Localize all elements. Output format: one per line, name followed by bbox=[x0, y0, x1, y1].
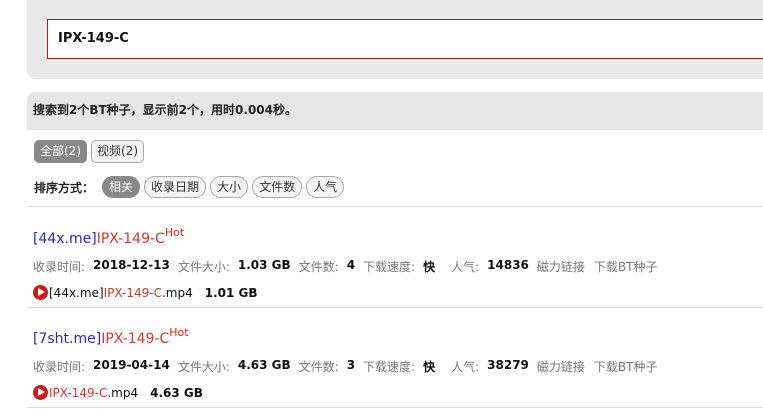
divider bbox=[27, 206, 763, 207]
file-ext: .mp4 bbox=[161, 285, 193, 300]
result-keyword: IPX-149-C bbox=[96, 231, 165, 247]
indexed-date: 2019-04-14 bbox=[93, 358, 170, 372]
result-item: [7sht.me]IPX-149-CHot 收录时间: 2019-04-14 文件… bbox=[33, 324, 753, 400]
search-input[interactable]: IPX-149-C bbox=[47, 19, 763, 59]
result-site: [7sht.me] bbox=[33, 331, 102, 347]
torrent-download-link[interactable]: 下载BT种子 bbox=[594, 258, 658, 275]
file-keyword: IPX-149-C bbox=[103, 285, 162, 300]
sort-date[interactable]: 收录日期 bbox=[144, 176, 207, 198]
filter-all[interactable]: 全部(2) bbox=[34, 140, 87, 163]
hot-badge: Hot bbox=[164, 226, 185, 239]
file-size: 1.03 GB bbox=[237, 258, 291, 272]
file-prefix: [44x.me] bbox=[49, 285, 104, 300]
speed-label: 下载速度: bbox=[363, 360, 416, 374]
hot-badge: Hot bbox=[169, 326, 189, 339]
file-size: 4.63 GB bbox=[237, 358, 291, 372]
size-label: 文件大小: bbox=[177, 360, 230, 374]
indexed-label: 收录时间: bbox=[33, 260, 86, 274]
file-entry: IPX-149-C .mp4 4.63 GB bbox=[33, 385, 753, 400]
popularity-value: 38279 bbox=[487, 358, 529, 372]
filter-video[interactable]: 视频(2) bbox=[91, 140, 144, 163]
result-title-link[interactable]: [44x.me]IPX-149-CHot bbox=[33, 224, 753, 248]
sort-file-count[interactable]: 文件数 bbox=[252, 176, 303, 198]
file-entry-size: 4.63 GB bbox=[150, 385, 203, 400]
indexed-date: 2018-12-13 bbox=[93, 258, 170, 272]
magnet-link[interactable]: 磁力链接 bbox=[537, 358, 585, 375]
sort-bar: 排序方式： 相关 收录日期 大小 文件数 人气 bbox=[34, 176, 345, 198]
result-item: [44x.me]IPX-149-CHot 收录时间: 2018-12-13 文件大… bbox=[33, 224, 753, 300]
divider bbox=[27, 407, 763, 408]
play-icon[interactable] bbox=[33, 385, 48, 400]
sort-popularity[interactable]: 人气 bbox=[306, 176, 345, 198]
download-speed: 快 bbox=[423, 360, 436, 374]
popularity-label: 人气: bbox=[451, 360, 480, 374]
result-site: [44x.me] bbox=[33, 231, 97, 247]
files-label: 文件数: bbox=[298, 260, 339, 274]
indexed-label: 收录时间: bbox=[33, 360, 86, 374]
file-entry: [44x.me] IPX-149-C .mp4 1.01 GB bbox=[33, 285, 753, 300]
result-keyword: IPX-149-C bbox=[101, 331, 170, 347]
speed-label: 下载速度: bbox=[363, 260, 416, 274]
torrent-download-link[interactable]: 下载BT种子 bbox=[594, 358, 658, 375]
search-panel: IPX-149-C bbox=[27, 0, 763, 79]
category-filter: 全部(2) 视频(2) bbox=[34, 140, 144, 163]
file-entry-size: 1.01 GB bbox=[204, 285, 258, 300]
file-ext: .mp4 bbox=[107, 385, 139, 400]
divider bbox=[27, 307, 763, 308]
play-icon[interactable] bbox=[33, 285, 48, 300]
file-count: 4 bbox=[346, 258, 356, 272]
file-count: 3 bbox=[346, 358, 356, 372]
size-label: 文件大小: bbox=[177, 260, 230, 274]
sort-relevance[interactable]: 相关 bbox=[102, 176, 141, 198]
sort-label: 排序方式： bbox=[34, 180, 95, 195]
popularity-label: 人气: bbox=[451, 260, 480, 274]
search-summary: 搜索到2个BT种子，显示前2个，用时0.004秒。 bbox=[27, 92, 763, 130]
files-label: 文件数: bbox=[298, 360, 339, 374]
magnet-link[interactable]: 磁力链接 bbox=[537, 258, 585, 275]
result-meta: 收录时间: 2018-12-13 文件大小: 1.03 GB 文件数: 4 下载速度:… bbox=[33, 258, 753, 275]
result-meta: 收录时间: 2019-04-14 文件大小: 4.63 GB 文件数: 3 下载速度:… bbox=[33, 358, 753, 375]
download-speed: 快 bbox=[423, 260, 436, 274]
sort-size[interactable]: 大小 bbox=[210, 176, 249, 198]
popularity-value: 14836 bbox=[487, 258, 529, 272]
result-title-link[interactable]: [7sht.me]IPX-149-CHot bbox=[33, 324, 753, 348]
file-keyword: IPX-149-C bbox=[49, 385, 108, 400]
